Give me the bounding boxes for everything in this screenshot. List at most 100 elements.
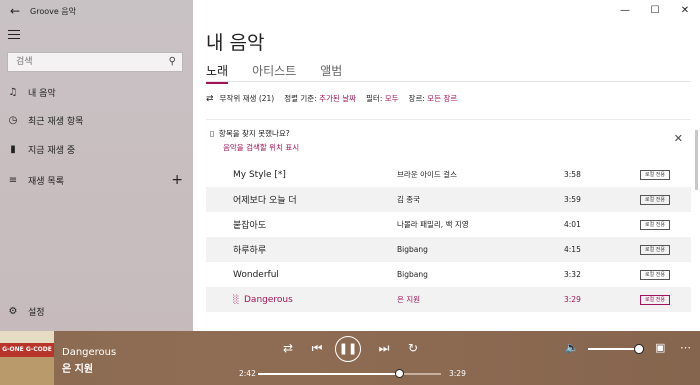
notice-question-text: 항목을 찾지 못했나요? [218,129,290,138]
main-content: — ☐ ✕ 내 음악 노래 아티스트 앨범 ⇄ 무작위 재생 (21) 정렬 기… [193,0,700,331]
seek-progress [258,373,400,375]
track-duration: 4:15 [564,245,581,254]
sort-label: 정렬 기준: [284,94,317,103]
track-artist[interactable]: 은 지원 [397,294,420,305]
sidebar-item-label: 최근 재생 항목 [28,116,84,127]
seek-slider[interactable] [258,369,441,378]
add-playlist-icon[interactable]: + [171,172,183,188]
player-bar: G-ONE G-CODE Dangerous 은 지원 ⇄ ⏮ ❚❚ ⏭ ↻ 2… [0,331,700,385]
pause-button[interactable]: ❚❚ [335,336,361,362]
filter-label: 필터: [366,94,383,103]
seek-thumb[interactable] [395,369,405,378]
scrollbar[interactable] [695,130,698,190]
list-icon: ≡ [8,174,18,186]
genre-label: 장르: [408,94,425,103]
track-artist[interactable]: 나몰라 패밀리, 백 지영 [397,219,469,230]
album-art-text: G-ONE G-CODE [0,343,54,357]
filter-dropdown[interactable]: 모두 [385,93,399,104]
hamburger-menu-icon[interactable] [8,30,20,40]
sidebar-item-label: 지금 재생 중 [28,145,76,156]
local-only-badge: 로컬 전용 [640,295,670,305]
sidebar-item-settings[interactable]: ⚙ 설정 [0,300,193,322]
groove-music-window: ← Groove 음악 ⚲ ♫ 내 음악 ◷ 최근 재생 항목 ▮ 지금 재생 … [0,0,700,385]
shuffle-icon[interactable]: ⇄ [278,341,298,355]
sidebar-item-recent[interactable]: ◷ 최근 재생 항목 [0,109,193,131]
search-input[interactable] [8,53,174,71]
search-box: ⚲ [7,52,183,72]
gear-icon: ⚙ [8,305,18,317]
notice-question: ▯ 항목을 찾지 못했나요? [210,128,290,139]
track-artist[interactable]: Bigbang [397,270,428,279]
next-icon[interactable]: ⏭ [374,341,394,356]
local-only-badge: 로컬 전용 [640,195,670,205]
close-icon[interactable]: ✕ [674,132,683,145]
volume-icon[interactable]: 🔈 [565,341,579,354]
more-options-icon[interactable]: ⋯ [680,341,691,354]
local-only-badge: 로컬 전용 [640,270,670,280]
total-time: 3:29 [449,369,466,378]
track-duration: 3:58 [564,170,581,179]
tab-divider [206,81,691,82]
page-title: 내 음악 [206,32,265,54]
track-duration: 3:32 [564,270,581,279]
local-only-badge: 로컬 전용 [640,220,670,230]
table-row[interactable]: 어제보다 오늘 더 김 종국 3:59 로컬 전용 [206,187,691,212]
track-title: My Style [*] [233,169,286,180]
window-controls: — ☐ ✕ [610,0,700,22]
sidebar-item-now-playing[interactable]: ▮ 지금 재생 중 [0,138,193,160]
search-icon[interactable]: ⚲ [169,56,176,67]
close-icon[interactable]: ✕ [670,0,700,22]
minimize-icon[interactable]: — [610,0,640,22]
maximize-icon[interactable]: ☐ [640,0,670,22]
genre-dropdown[interactable]: 모든 장르 [427,93,457,104]
phone-icon: ▯ [210,129,215,138]
volume-thumb[interactable] [634,344,644,354]
track-artist[interactable]: 김 종국 [397,194,420,205]
sidebar-item-label: 설정 [28,307,45,318]
table-row[interactable]: My Style [*] 브라운 아이드 걸스 3:58 로컬 전용 [206,162,691,187]
sidebar-item-label: 내 음악 [28,88,56,99]
choose-folders-link[interactable]: 음악을 검색할 위치 표시 [223,142,299,153]
mini-player-icon[interactable]: ▣ [655,341,665,354]
album-art[interactable]: G-ONE G-CODE [0,331,54,385]
track-list: My Style [*] 브라운 아이드 걸스 3:58 로컬 전용 어제보다 … [206,162,691,312]
clock-icon: ◷ [8,114,18,126]
title-bar: ← Groove 음악 [0,0,193,22]
song-toolbar: ⇄ 무작위 재생 (21) 정렬 기준: 추가된 날짜 필터: 모두 장르: 모… [206,93,457,104]
track-title: Wonderful [233,269,279,280]
track-artist[interactable]: 브라운 아이드 걸스 [397,169,457,180]
track-duration: 4:01 [564,220,581,229]
back-arrow-icon[interactable]: ← [0,4,30,18]
track-title: 하루하루 [233,246,267,256]
volume-slider[interactable] [588,348,640,350]
now-playing-artist[interactable]: 은 지원 [62,360,93,375]
sidebar: ← Groove 음악 ⚲ ♫ 내 음악 ◷ 최근 재생 항목 ▮ 지금 재생 … [0,0,193,331]
track-duration: 3:29 [564,295,581,304]
track-title: Dangerous [244,294,293,305]
track-artist[interactable]: Bigbang [397,245,428,254]
now-playing-title[interactable]: Dangerous [62,347,116,358]
track-title: 어제보다 오늘 더 [233,196,297,206]
local-only-badge: 로컬 전용 [640,245,670,255]
bars-icon: ▮ [10,143,16,155]
table-row[interactable]: Wonderful Bigbang 3:32 로컬 전용 [206,262,691,287]
sidebar-item-my-music[interactable]: ♫ 내 음악 [0,81,193,103]
table-row[interactable]: 붙잡아도 나몰라 패밀리, 백 지영 4:01 로컬 전용 [206,212,691,237]
sidebar-item-playlists[interactable]: ≡ 재생 목록 + [0,169,193,191]
track-duration: 3:59 [564,195,581,204]
table-row[interactable]: 하루하루 Bigbang 4:15 로컬 전용 [206,237,691,262]
sort-dropdown[interactable]: 추가된 날짜 [319,93,356,104]
shuffle-icon[interactable]: ⇄ [206,94,214,104]
now-playing-icon: ░ [233,295,240,304]
previous-icon[interactable]: ⏮ [307,341,327,356]
missing-music-notice: ▯ 항목을 찾지 못했나요? 음악을 검색할 위치 표시 ✕ [206,120,691,158]
app-title: Groove 음악 [30,6,77,16]
local-only-badge: 로컬 전용 [640,170,670,180]
table-row-now-playing[interactable]: ░ Dangerous 은 지원 3:29 로컬 전용 [206,287,691,312]
repeat-icon[interactable]: ↻ [403,341,423,355]
music-note-icon: ♫ [8,86,18,98]
sidebar-item-label: 재생 목록 [28,176,64,187]
shuffle-all-button[interactable]: 무작위 재생 (21) [220,93,275,104]
track-title: 붙잡아도 [233,221,267,231]
elapsed-time: 2:42 [239,369,256,378]
